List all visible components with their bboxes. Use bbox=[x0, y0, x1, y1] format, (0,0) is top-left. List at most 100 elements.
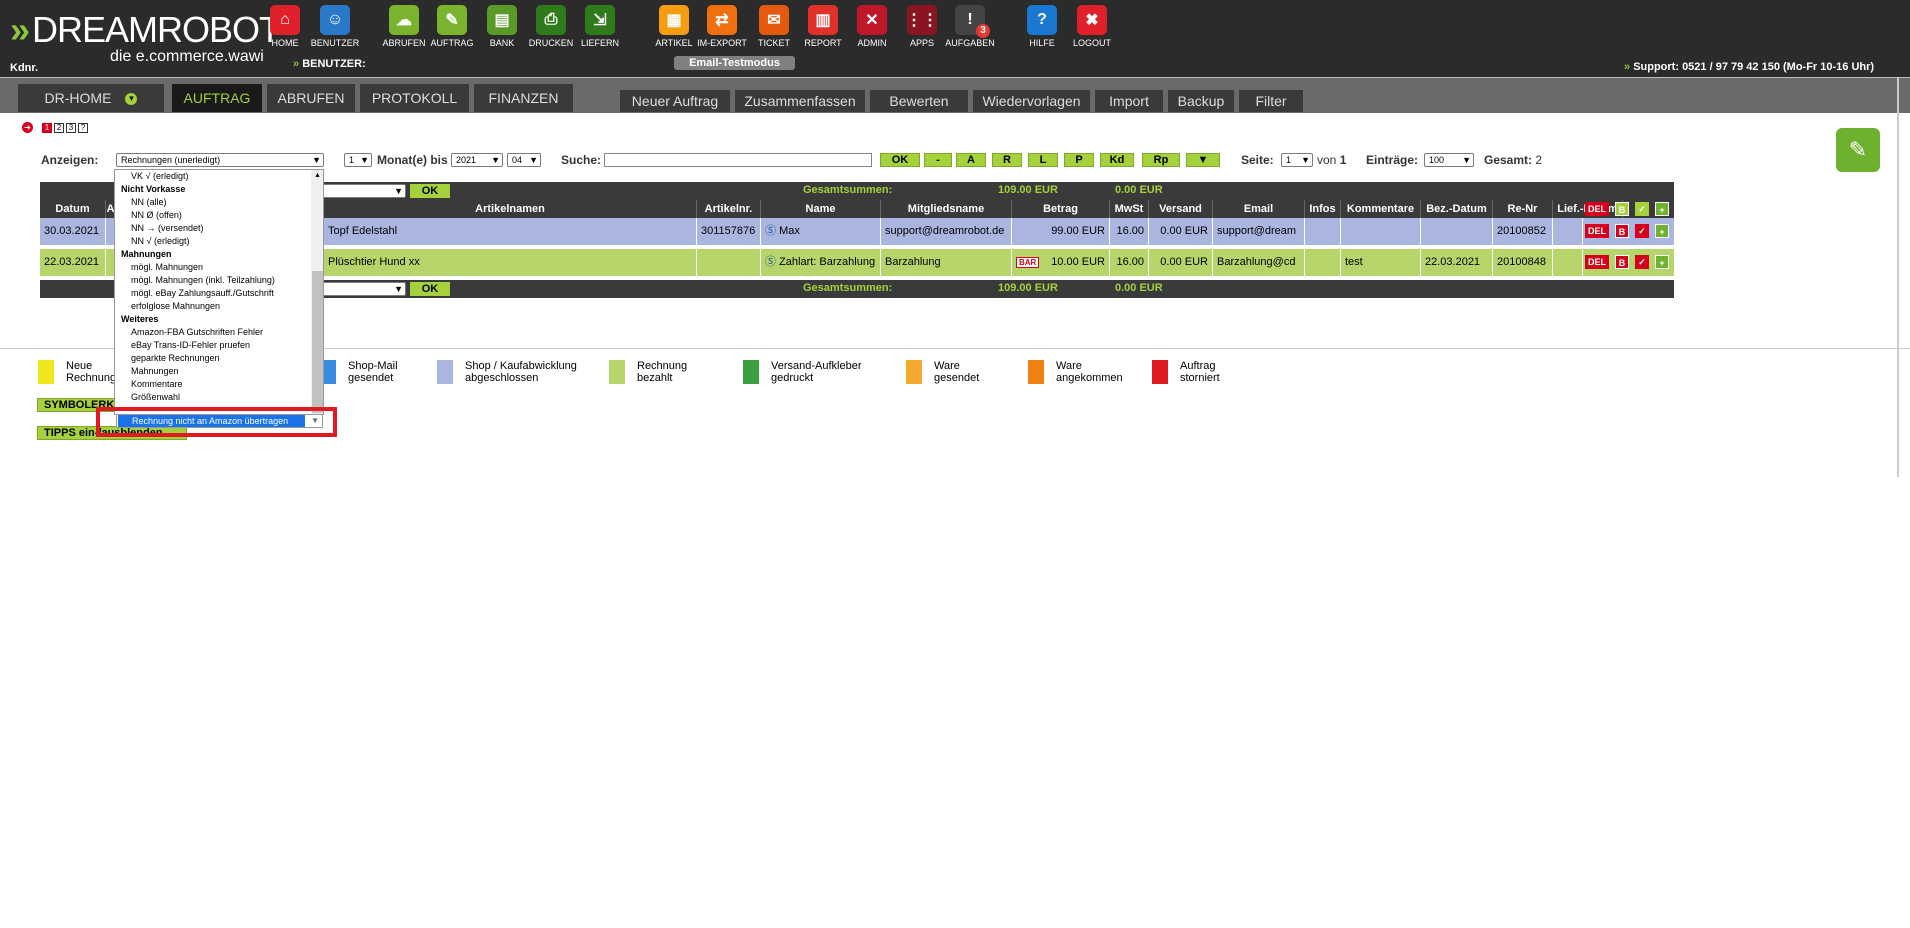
header-b-button[interactable]: B bbox=[1615, 202, 1629, 216]
dropdown-option[interactable]: Mahnungen bbox=[115, 365, 311, 378]
nav-drucken[interactable]: ⎙ DRUCKEN bbox=[525, 5, 577, 48]
nav-ticket[interactable]: ✉ TICKET bbox=[748, 5, 800, 48]
filter-l-button[interactable]: L bbox=[1028, 153, 1058, 167]
search-ok-button[interactable]: OK bbox=[880, 153, 920, 167]
scroll-up-icon[interactable]: ▲ bbox=[311, 172, 323, 179]
eintraege-select[interactable]: 100 ▼ bbox=[1424, 153, 1474, 167]
search-input[interactable] bbox=[604, 153, 872, 167]
scrollbar-thumb[interactable] bbox=[312, 271, 323, 413]
chevron-down-icon[interactable]: ▼ bbox=[125, 93, 138, 106]
apps-grid-icon[interactable]: ⋮⋮ bbox=[906, 5, 938, 35]
filter-minus-button[interactable]: - bbox=[924, 153, 952, 167]
filter-a-button[interactable]: A bbox=[956, 153, 986, 167]
dropdown-option[interactable]: NN Ø (offen) bbox=[115, 209, 311, 222]
logout-icon[interactable]: ✖ bbox=[1077, 5, 1107, 35]
row-plus-icon[interactable]: + bbox=[1655, 224, 1669, 238]
cart-icon[interactable]: ⇲ bbox=[585, 5, 615, 35]
user-icon[interactable]: ☺ bbox=[320, 5, 350, 35]
nav-auftrag[interactable]: ✎ AUFTRAG bbox=[426, 5, 478, 48]
col-re-nr[interactable]: Re-Nr bbox=[1493, 200, 1553, 218]
col-bez-datum[interactable]: Bez.-Datum bbox=[1421, 200, 1493, 218]
col-datum[interactable]: Datum bbox=[40, 200, 106, 218]
nav-apps[interactable]: ⋮⋮ APPS bbox=[896, 5, 948, 48]
nav-abrufen[interactable]: ☁ ABRUFEN bbox=[378, 5, 430, 48]
subtab-wiedervorlagen[interactable]: Wiedervorlagen bbox=[973, 90, 1090, 112]
col-name[interactable]: Name bbox=[761, 200, 881, 218]
nav-aufgaben[interactable]: ! 3 AUFGABEN bbox=[944, 5, 996, 48]
nav-admin[interactable]: ✕ ADMIN bbox=[846, 5, 898, 48]
action-select-bottom[interactable]: ▼ bbox=[322, 282, 406, 296]
nav-report[interactable]: ▥ REPORT bbox=[797, 5, 849, 48]
dropdown-option[interactable]: mögl. Mahnungen bbox=[115, 261, 311, 274]
header-plus-icon[interactable]: + bbox=[1655, 202, 1669, 216]
anzeigen-select[interactable]: Rechnungen (unerledigt) ▼ bbox=[116, 153, 324, 167]
subtab-neuer-auftrag[interactable]: Neuer Auftrag bbox=[620, 90, 730, 112]
row-del-button[interactable]: DEL bbox=[1585, 255, 1609, 269]
bank-icon[interactable]: ▤ bbox=[487, 5, 517, 35]
tab-abrufen[interactable]: ABRUFEN bbox=[267, 84, 355, 112]
dropdown-scrollbar[interactable]: ▲ bbox=[311, 170, 323, 414]
dropdown-option[interactable]: NN √ (erledigt) bbox=[115, 235, 311, 248]
col-betrag[interactable]: Betrag bbox=[1012, 200, 1110, 218]
filter-r-button[interactable]: R bbox=[992, 153, 1022, 167]
row-check-icon[interactable]: ✓ bbox=[1635, 255, 1649, 269]
dropdown-option[interactable]: NN (alle) bbox=[115, 196, 311, 209]
col-artikelnamen[interactable]: Artikelnamen bbox=[324, 200, 697, 218]
dropdown-option[interactable]: erfolglose Mahnungen bbox=[115, 300, 311, 313]
subtab-bewerten[interactable]: Bewerten bbox=[870, 90, 968, 112]
action-ok-bottom[interactable]: OK bbox=[410, 282, 450, 296]
row-del-button[interactable]: DEL bbox=[1585, 224, 1609, 238]
nav-hilfe[interactable]: ? HILFE bbox=[1016, 5, 1068, 48]
order-icon[interactable]: ✎ bbox=[437, 5, 467, 35]
arrow-right-icon[interactable]: ➔ bbox=[22, 122, 33, 133]
page-3[interactable]: 3 bbox=[66, 123, 76, 133]
dropdown-option[interactable]: eBay Trans-ID-Fehler pruefen bbox=[115, 339, 311, 352]
exchange-icon[interactable]: ⇄ bbox=[707, 5, 737, 35]
nav-bank[interactable]: ▤ BANK bbox=[476, 5, 528, 48]
subtab-filter[interactable]: Filter bbox=[1239, 90, 1303, 112]
col-mitgliedsname[interactable]: Mitgliedsname bbox=[881, 200, 1012, 218]
anzeigen-dropdown-list[interactable]: VK √ (erledigt) Nicht Vorkasse NN (alle) NN… bbox=[114, 169, 324, 415]
dropdown-option[interactable]: mögl. eBay Zahlungsauff./Gutschrift bbox=[115, 287, 311, 300]
page-1[interactable]: 1 bbox=[42, 123, 52, 133]
row-b-button[interactable]: B bbox=[1615, 224, 1629, 238]
tasks-icon[interactable]: ! 3 bbox=[955, 5, 990, 38]
nav-im-export[interactable]: ⇄ IM-EXPORT bbox=[696, 5, 748, 48]
tab-auftrag[interactable]: AUFTRAG bbox=[172, 84, 262, 112]
notes-icon[interactable]: ✎ bbox=[1836, 128, 1880, 172]
seite-select[interactable]: 1 ▼ bbox=[1281, 153, 1313, 167]
filter-kd-button[interactable]: Kd bbox=[1100, 153, 1134, 167]
tab-dr-home[interactable]: DR-HOME ▼ bbox=[18, 84, 164, 112]
printer-icon[interactable]: ⎙ bbox=[536, 5, 566, 35]
dropdown-option[interactable]: VK √ (erledigt) bbox=[115, 170, 311, 183]
filter-p-button[interactable]: P bbox=[1064, 153, 1094, 167]
row-plus-icon[interactable]: + bbox=[1655, 255, 1669, 269]
home-icon[interactable]: ⌂ bbox=[270, 5, 300, 35]
subtab-zusammenfassen[interactable]: Zusammenfassen bbox=[735, 90, 865, 112]
page-help[interactable]: ? bbox=[78, 123, 88, 133]
action-ok-top[interactable]: OK bbox=[410, 184, 450, 198]
header-check-icon[interactable]: ✓ bbox=[1635, 202, 1649, 216]
subtab-backup[interactable]: Backup bbox=[1168, 90, 1234, 112]
nav-liefern[interactable]: ⇲ LIEFERN bbox=[574, 5, 626, 48]
nav-artikel[interactable]: ▦ ARTIKEL bbox=[648, 5, 700, 48]
dropdown-option[interactable]: Größenwahl bbox=[115, 391, 311, 404]
dropdown-option[interactable]: Amazon-FBA Gutschriften Fehler bbox=[115, 326, 311, 339]
action-select-top[interactable]: ▼ bbox=[322, 184, 406, 198]
dreamrobot-logo[interactable]: » DREAMROBOT die e.commerce.wawi bbox=[10, 8, 281, 68]
subtab-import[interactable]: Import bbox=[1095, 90, 1163, 112]
row-check-icon[interactable]: ✓ bbox=[1635, 224, 1649, 238]
col-versand[interactable]: Versand bbox=[1149, 200, 1213, 218]
tools-icon[interactable]: ✕ bbox=[857, 5, 887, 35]
nav-home[interactable]: ⌂ HOME bbox=[259, 5, 311, 48]
months-select[interactable]: 1 ▼ bbox=[344, 153, 372, 167]
download-cloud-icon[interactable]: ☁ bbox=[389, 5, 419, 35]
month-select[interactable]: 04 ▼ bbox=[507, 153, 541, 167]
row-b-button[interactable]: B bbox=[1615, 255, 1629, 269]
funnel-filter-icon[interactable]: ▼ bbox=[1186, 153, 1220, 167]
mail-icon[interactable]: ✉ bbox=[759, 5, 789, 35]
chart-icon[interactable]: ▥ bbox=[808, 5, 838, 35]
dropdown-option[interactable]: geparkte Rechnungen bbox=[115, 352, 311, 365]
year-select[interactable]: 2021 ▼ bbox=[451, 153, 503, 167]
help-icon[interactable]: ? bbox=[1027, 5, 1057, 35]
